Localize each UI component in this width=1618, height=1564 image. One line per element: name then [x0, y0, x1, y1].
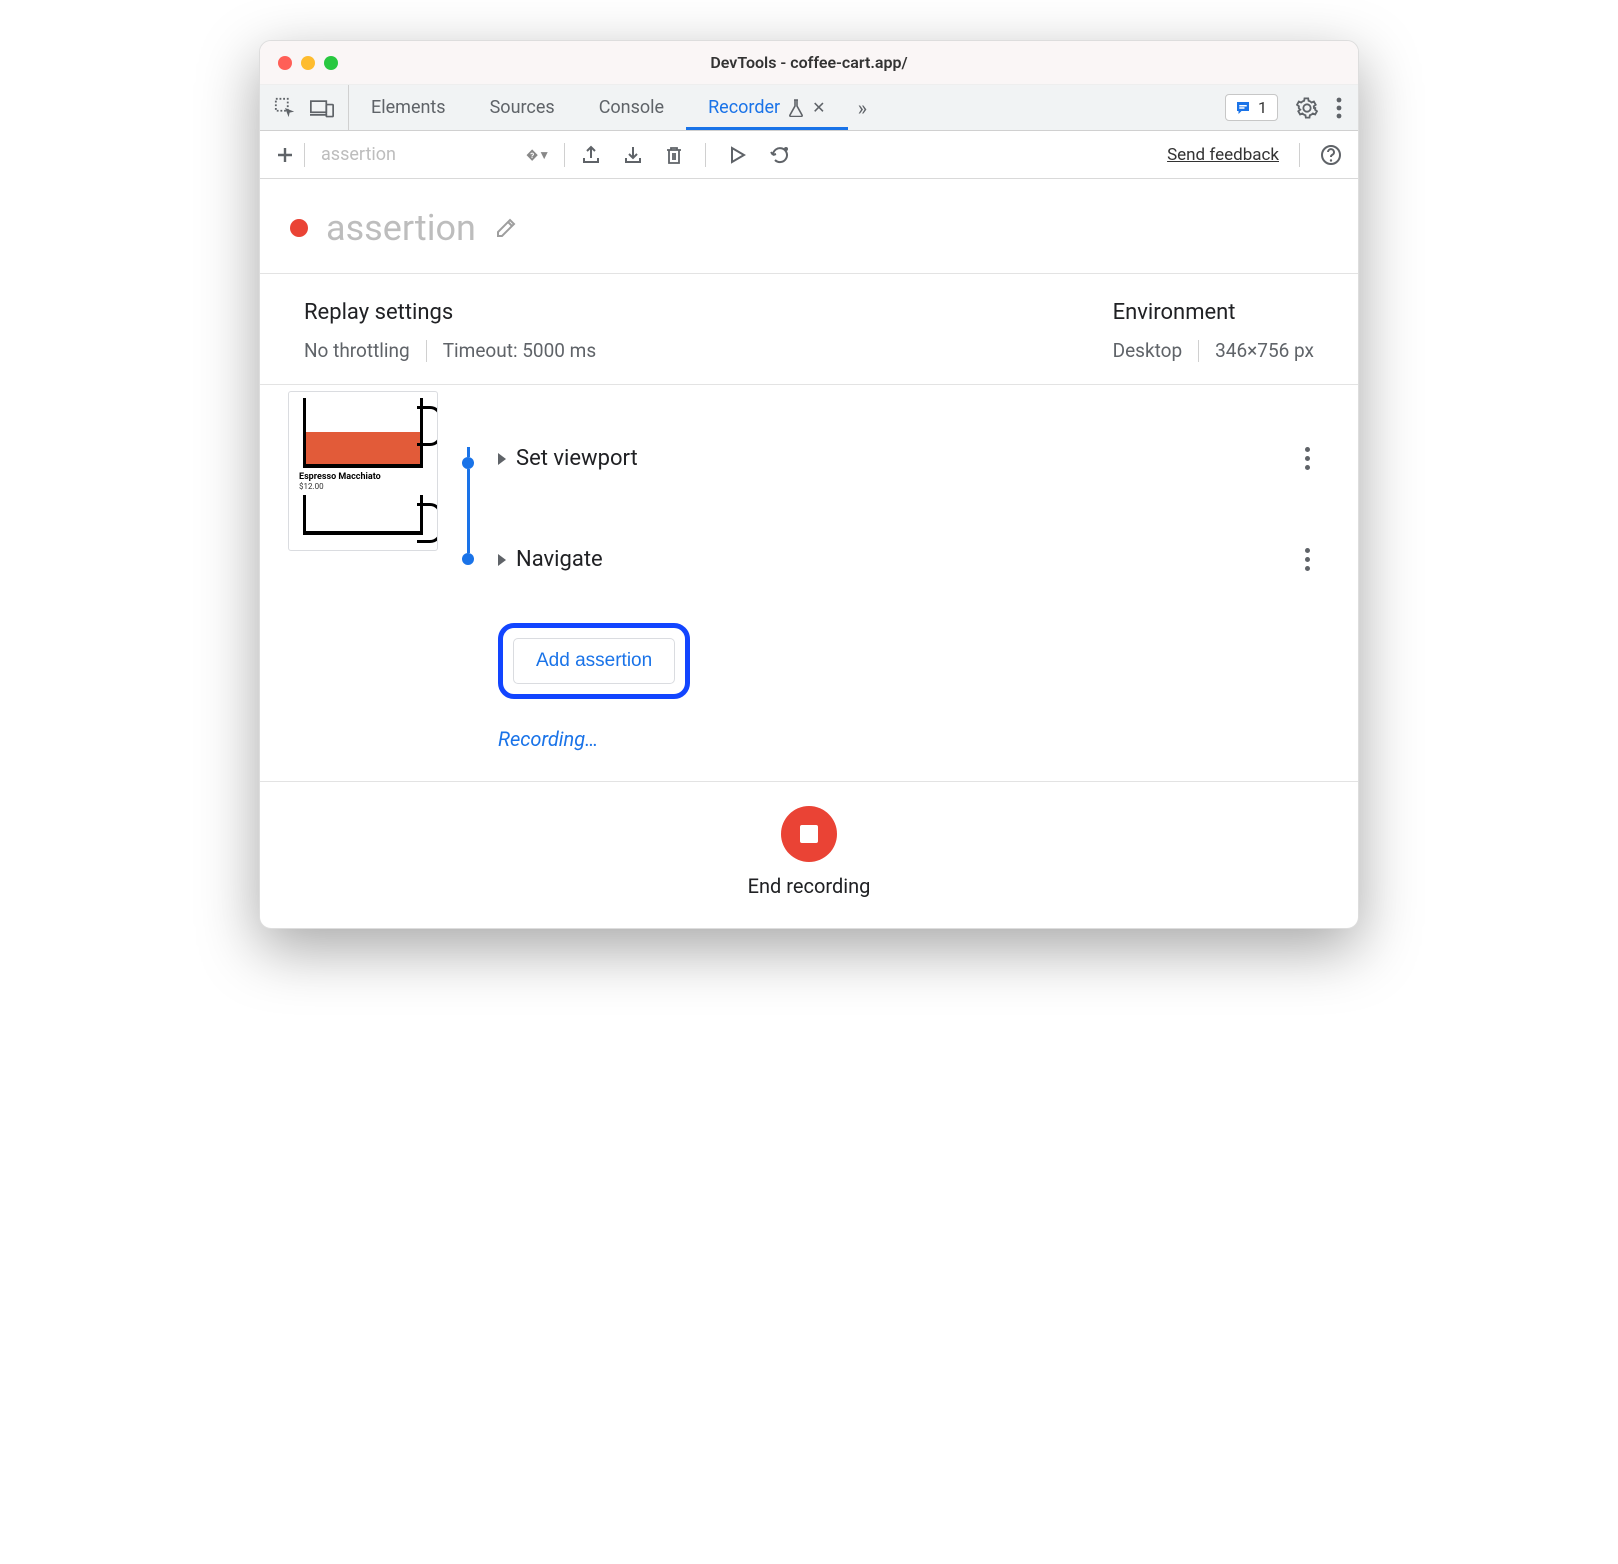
step-label: Navigate — [516, 547, 603, 572]
screenshot-thumbnail[interactable]: Espresso Macchiato $12.00 — [288, 391, 438, 551]
tabstrip-left-tools — [260, 85, 349, 130]
settings-gear-icon[interactable] — [1296, 97, 1318, 119]
environment-group: Environment Desktop 346×756 px — [1113, 300, 1314, 362]
window-title: DevTools - coffee-cart.app/ — [260, 53, 1358, 72]
delete-icon[interactable] — [665, 145, 683, 165]
stop-icon — [800, 825, 818, 843]
tab-elements[interactable]: Elements — [349, 85, 468, 130]
tab-label: Recorder — [708, 97, 780, 118]
close-window-button[interactable] — [278, 56, 292, 70]
steps-column: Set viewport Navigate Add assertion Reco… — [498, 391, 1314, 751]
thumbnail-product-price: $12.00 — [295, 482, 431, 491]
issues-count: 1 — [1258, 98, 1267, 117]
tab-sources[interactable]: Sources — [468, 85, 577, 130]
traffic-lights — [260, 56, 338, 70]
recording-selector-value: assertion — [321, 144, 396, 165]
timeline-dot — [462, 457, 474, 469]
issues-icon — [1234, 99, 1252, 117]
timeline-dot — [462, 553, 474, 565]
thumbnail-cup-icon — [303, 398, 423, 468]
chevron-down-icon: �▼ — [526, 148, 550, 162]
timeline-column — [438, 391, 498, 751]
end-recording-label: End recording — [748, 874, 871, 898]
screenshot-column: Espresso Macchiato $12.00 — [288, 391, 438, 751]
experiment-flask-icon — [788, 99, 804, 117]
performance-replay-icon[interactable] — [770, 145, 792, 165]
recording-body: Espresso Macchiato $12.00 Set viewport — [260, 385, 1358, 781]
inspect-element-icon[interactable] — [274, 97, 296, 119]
recording-status: Recording… — [498, 727, 1314, 751]
timeout-value[interactable]: Timeout: 5000 ms — [443, 339, 596, 362]
throttling-value[interactable]: No throttling — [304, 339, 410, 362]
divider — [705, 143, 706, 167]
step-menu-icon[interactable] — [1301, 544, 1314, 575]
divider — [564, 143, 565, 167]
edit-title-icon[interactable] — [494, 216, 518, 240]
tab-recorder[interactable]: Recorder ✕ — [686, 85, 847, 130]
add-assertion-highlight: Add assertion — [498, 623, 690, 699]
divider — [426, 340, 427, 362]
help-icon[interactable] — [1320, 144, 1342, 166]
thumbnail-product-name: Espresso Macchiato — [295, 472, 431, 482]
tab-label: Sources — [490, 97, 555, 118]
minimize-window-button[interactable] — [301, 56, 315, 70]
zoom-window-button[interactable] — [324, 56, 338, 70]
environment-viewport: 346×756 px — [1215, 339, 1314, 362]
panel-tabstrip: Elements Sources Console Recorder ✕ » 1 — [260, 85, 1358, 131]
step-navigate[interactable]: Navigate — [498, 538, 1314, 581]
device-toolbar-icon[interactable] — [310, 97, 334, 119]
more-menu-icon[interactable] — [1336, 97, 1342, 119]
send-feedback-link[interactable]: Send feedback — [1167, 145, 1279, 165]
new-recording-icon[interactable] — [276, 146, 294, 164]
step-menu-icon[interactable] — [1301, 443, 1314, 474]
export-icon[interactable] — [581, 145, 601, 165]
recorder-toolbar: assertion �▼ Send feedback — [260, 131, 1358, 179]
step-label: Set viewport — [516, 446, 638, 471]
issues-badge[interactable]: 1 — [1225, 94, 1278, 121]
environment-heading: Environment — [1113, 300, 1314, 325]
close-tab-icon[interactable]: ✕ — [812, 98, 825, 117]
window-titlebar: DevTools - coffee-cart.app/ — [260, 41, 1358, 85]
replay-icon[interactable] — [728, 145, 748, 165]
expand-triangle-icon — [498, 554, 506, 566]
recording-selector[interactable]: assertion �▼ — [315, 144, 554, 165]
recording-title: assertion — [326, 207, 476, 249]
expand-triangle-icon — [498, 453, 506, 465]
tab-console[interactable]: Console — [577, 85, 686, 130]
recording-indicator-icon — [290, 219, 308, 237]
thumbnail-cup-icon — [303, 495, 423, 535]
more-tabs-icon[interactable]: » — [848, 85, 877, 130]
tab-label: Console — [599, 97, 664, 118]
end-recording-button[interactable] — [781, 806, 837, 862]
import-icon[interactable] — [623, 145, 643, 165]
divider — [304, 143, 305, 167]
environment-device: Desktop — [1113, 339, 1183, 362]
step-set-viewport[interactable]: Set viewport — [498, 437, 1314, 480]
add-assertion-button[interactable]: Add assertion — [513, 638, 675, 684]
devtools-window: DevTools - coffee-cart.app/ Elements Sou… — [259, 40, 1359, 929]
tab-label: Elements — [371, 97, 446, 118]
replay-settings-heading: Replay settings — [304, 300, 596, 325]
divider — [1299, 143, 1300, 167]
divider — [1198, 340, 1199, 362]
recording-footer: End recording — [260, 781, 1358, 928]
replay-settings-group: Replay settings No throttling Timeout: 5… — [304, 300, 596, 362]
recording-header: assertion — [260, 179, 1358, 274]
settings-row: Replay settings No throttling Timeout: 5… — [260, 274, 1358, 385]
